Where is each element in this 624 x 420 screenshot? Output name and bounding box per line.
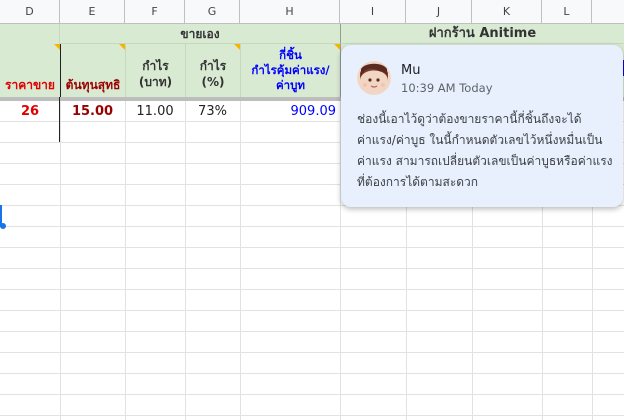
comment-text: ช่องนี้เอาไว้ดูว่าต้องขายราคานี้กี่ชิ้นถ…: [357, 112, 613, 189]
gridline: [0, 415, 624, 416]
gridline: [0, 310, 624, 311]
column-header-g[interactable]: G: [185, 0, 240, 24]
column-header-f[interactable]: F: [125, 0, 185, 24]
comment-author: Mu: [401, 63, 421, 78]
cell-profit-pct[interactable]: 73%: [185, 101, 240, 121]
gridline: [0, 268, 624, 269]
gridline: [0, 352, 624, 353]
column-header-h[interactable]: H: [240, 0, 340, 24]
column-header-i[interactable]: I: [340, 0, 406, 24]
gridline: [0, 247, 624, 248]
header-net-cost-label: ต้นทุนสุทธิ: [65, 78, 121, 92]
gridline: [0, 289, 624, 290]
header-price[interactable]: ราคาขาย: [0, 44, 60, 97]
gridline: [0, 331, 624, 332]
cell-price[interactable]: 26: [0, 101, 60, 121]
column-header-m[interactable]: [592, 0, 624, 24]
gridline: [0, 226, 624, 227]
column-header-j[interactable]: J: [406, 0, 472, 24]
header-net-cost[interactable]: ต้นทุนสุทธิ: [60, 44, 125, 97]
column-header-k[interactable]: K: [472, 0, 542, 24]
header-pieces[interactable]: กี่ชิ้น กำไรคุ้มค่าแรง/ ค่าบูท: [240, 44, 340, 97]
header-price-label: ราคาขาย: [5, 78, 55, 92]
cell-border: [59, 97, 60, 142]
header-profit-baht[interactable]: กำไร (บาท): [125, 44, 185, 97]
header-pieces-label: กี่ชิ้น กำไรคุ้มค่าแรง/ ค่าบูท: [251, 48, 330, 92]
cell-pieces[interactable]: 909.09: [240, 101, 340, 121]
header-profit-pct-label: กำไร (%): [199, 58, 227, 89]
column-header-l[interactable]: L: [542, 0, 592, 24]
column-header-d[interactable]: D: [0, 0, 60, 24]
selection-handle[interactable]: [0, 223, 6, 229]
header-profit-baht-label: กำไร (บาท): [138, 58, 173, 89]
gridline: [0, 394, 624, 395]
header-profit-pct[interactable]: กำไร (%): [185, 44, 240, 97]
cell-net-cost[interactable]: 15.00: [60, 101, 125, 121]
group-header-consign[interactable]: ฝากร้าน Anitime: [340, 24, 624, 44]
cell-profit-baht[interactable]: 11.00: [125, 101, 185, 121]
group-header-sell-self[interactable]: ขายเอง: [60, 24, 340, 44]
column-header-e[interactable]: E: [60, 0, 125, 24]
comment-time: 10:39 AM Today: [401, 81, 493, 95]
gridline: [0, 373, 624, 374]
avatar: [357, 61, 391, 95]
comment-card[interactable]: Mu 10:39 AM Today ช่องนี้เอาไว้ดูว่าต้อง…: [341, 45, 623, 207]
